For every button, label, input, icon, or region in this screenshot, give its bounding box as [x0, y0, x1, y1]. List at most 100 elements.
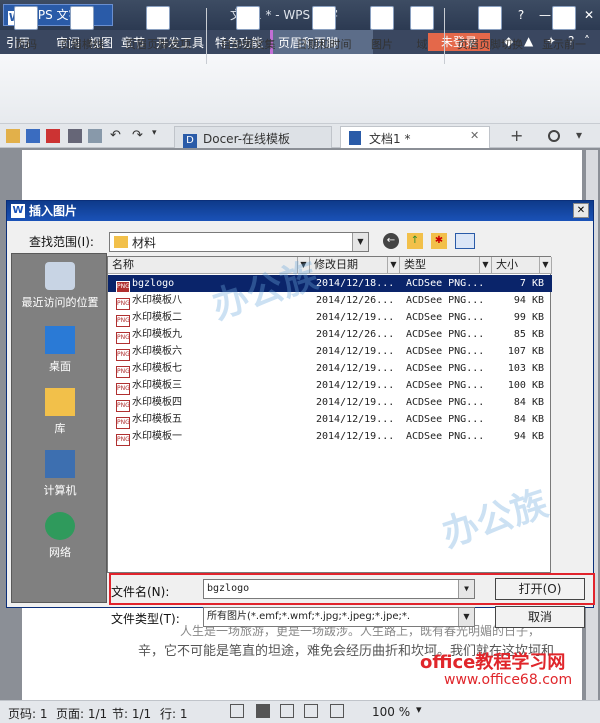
file-row[interactable]: PNG 水印模板八 2014/12/26... ACDSee PNG... 94 KB	[108, 292, 552, 310]
file-type: ACDSee PNG...	[406, 414, 485, 425]
file-size: 103 KB	[507, 363, 544, 374]
view-menu-icon[interactable]	[455, 233, 475, 249]
file-row[interactable]: PNG 水印模板五 2014/12/19... ACDSee PNG... 84 KB	[108, 411, 552, 429]
status-line: 行: 1	[160, 707, 188, 721]
file-row[interactable]: PNG 水印模板一 2014/12/19... ACDSee PNG... 94 KB	[108, 428, 552, 446]
place-recent[interactable]: 最近访问的位置	[12, 262, 108, 310]
back-icon[interactable]: ←	[383, 233, 399, 249]
folder-icon	[114, 236, 128, 248]
dialog-close-button[interactable]: ✕	[573, 203, 589, 218]
file-name: 水印模板七	[132, 363, 182, 374]
header-footer-switch-button[interactable]: 页眉页脚切换	[452, 4, 528, 52]
filename-input[interactable]: bgzlogo ▼	[203, 579, 475, 599]
file-row[interactable]: PNG 水印模板六 2014/12/19... ACDSee PNG... 107 KB	[108, 343, 552, 361]
filetype-select[interactable]: 所有图片(*.emf;*.wmf;*.jpg;*.jpeg;*.jpe;*. ▼	[203, 607, 475, 627]
chevron-down-icon[interactable]: ▼	[479, 257, 491, 273]
file-size: 85 KB	[513, 329, 544, 340]
header-footer-options-button[interactable]: 页眉页脚选项	[118, 4, 198, 52]
chevron-down-icon[interactable]: ▼	[458, 608, 474, 626]
file-row[interactable]: PNG 水印模板三 2014/12/19... ACDSee PNG... 100 KB	[108, 377, 552, 395]
file-type: ACDSee PNG...	[406, 363, 485, 374]
file-type: ACDSee PNG...	[406, 346, 485, 357]
file-date: 2014/12/19...	[316, 380, 395, 391]
tab-doc1[interactable]: 文档1 *	[340, 126, 490, 148]
quick-access-dropdown-icon[interactable]: ▾	[152, 128, 157, 138]
computer-icon	[45, 450, 75, 478]
file-row[interactable]: PNG bgzlogo 2014/12/18... ACDSee PNG... 7 KB	[108, 275, 552, 293]
file-row[interactable]: PNG 水印模板七 2014/12/19... ACDSee PNG... 103 KB	[108, 360, 552, 378]
column-header-date[interactable]: 修改日期 ▼	[310, 257, 400, 274]
tab-docer[interactable]: D Docer-在线模板	[174, 126, 332, 148]
open-folder-icon[interactable]	[6, 129, 20, 143]
autotext-button[interactable]: 自动图文集	[212, 4, 284, 52]
field-button[interactable]: 域	[408, 4, 436, 52]
chevron-down-icon[interactable]: ▼	[539, 257, 551, 273]
page-view-icon[interactable]	[256, 704, 270, 718]
new-tab-button[interactable]: +	[510, 126, 523, 145]
up-folder-icon[interactable]: ↑	[407, 233, 423, 249]
show-previous-button[interactable]: 显示前一	[534, 4, 594, 52]
file-name: 水印模板四	[132, 397, 182, 408]
file-type: ACDSee PNG...	[406, 295, 485, 306]
settings-gear-icon[interactable]	[548, 130, 560, 142]
file-date: 2014/12/19...	[316, 346, 395, 357]
picture-button[interactable]: 图片	[362, 4, 402, 52]
file-name: 水印模板二	[132, 312, 182, 323]
open-button[interactable]: 打开(O)	[495, 578, 585, 600]
cancel-button[interactable]: 取消	[495, 606, 585, 628]
place-network[interactable]: 网络	[12, 512, 108, 560]
outline-view-icon[interactable]	[280, 704, 294, 718]
place-computer[interactable]: 计算机	[12, 450, 108, 498]
preview-icon[interactable]	[88, 129, 102, 143]
file-date: 2014/12/19...	[316, 414, 395, 425]
filetype-label: 文件类型(T):	[111, 612, 180, 626]
chevron-down-icon[interactable]: ▼	[352, 233, 368, 251]
status-page-number: 页码: 1	[8, 707, 48, 721]
file-type: ACDSee PNG...	[406, 380, 485, 391]
docer-icon: D	[183, 134, 197, 148]
desktop-icon	[45, 326, 75, 354]
watermark-brand: office教程学习网	[420, 652, 566, 673]
column-header-type[interactable]: 类型 ▼	[400, 257, 492, 274]
file-size: 94 KB	[513, 431, 544, 442]
chevron-down-icon[interactable]: ▼	[387, 257, 399, 273]
lookin-combo[interactable]: 材料 ▼	[109, 232, 369, 252]
chevron-down-icon[interactable]: ▼	[458, 580, 474, 598]
date-time-button[interactable]: 日期和时间	[292, 4, 356, 52]
column-header-size[interactable]: 大小 ▼	[492, 257, 552, 274]
file-row[interactable]: PNG 水印模板九 2014/12/26... ACDSee PNG... 85 KB	[108, 326, 552, 344]
file-type: ACDSee PNG...	[406, 312, 485, 323]
file-name: 水印模板九	[132, 329, 182, 340]
print-icon[interactable]	[68, 129, 82, 143]
network-icon	[45, 512, 75, 540]
redo-icon[interactable]: ↷	[132, 128, 143, 143]
web-view-icon[interactable]	[304, 704, 318, 718]
save-icon[interactable]	[26, 129, 40, 143]
undo-icon[interactable]: ↶	[110, 128, 121, 143]
file-row[interactable]: PNG 水印模板四 2014/12/19... ACDSee PNG... 84 KB	[108, 394, 552, 412]
reading-view-icon[interactable]	[330, 704, 344, 718]
place-desktop[interactable]: 桌面	[12, 326, 108, 374]
ribbon-separator	[206, 8, 207, 64]
zoom-dropdown-icon[interactable]: ▾	[416, 703, 422, 716]
pdf-icon[interactable]	[46, 129, 60, 143]
places-bar: 最近访问的位置 桌面 库 计算机 网络	[11, 253, 107, 603]
file-name: 水印模板六	[132, 346, 182, 357]
file-date: 2014/12/18...	[316, 278, 395, 289]
page-number-button[interactable]: 页码	[8, 4, 44, 52]
file-size: 94 KB	[513, 295, 544, 306]
tab-list-icon[interactable]: ▾	[576, 128, 582, 142]
file-row[interactable]: PNG 水印模板二 2014/12/19... ACDSee PNG... 99 KB	[108, 309, 552, 327]
dialog-title: 插入图片	[7, 201, 593, 221]
new-folder-icon[interactable]: ✱	[431, 233, 447, 249]
file-type: ACDSee PNG...	[406, 329, 485, 340]
file-type: ACDSee PNG...	[406, 431, 485, 442]
ribbon-separator	[444, 8, 445, 64]
zoom-level[interactable]: 100 %	[372, 705, 410, 719]
file-size: 99 KB	[513, 312, 544, 323]
place-library[interactable]: 库	[12, 388, 108, 436]
library-icon	[45, 388, 75, 416]
fullscreen-icon[interactable]	[230, 704, 244, 718]
header-line-button[interactable]: 页眉横线	[52, 4, 112, 52]
tab-close-icon[interactable]: ✕	[470, 129, 479, 142]
